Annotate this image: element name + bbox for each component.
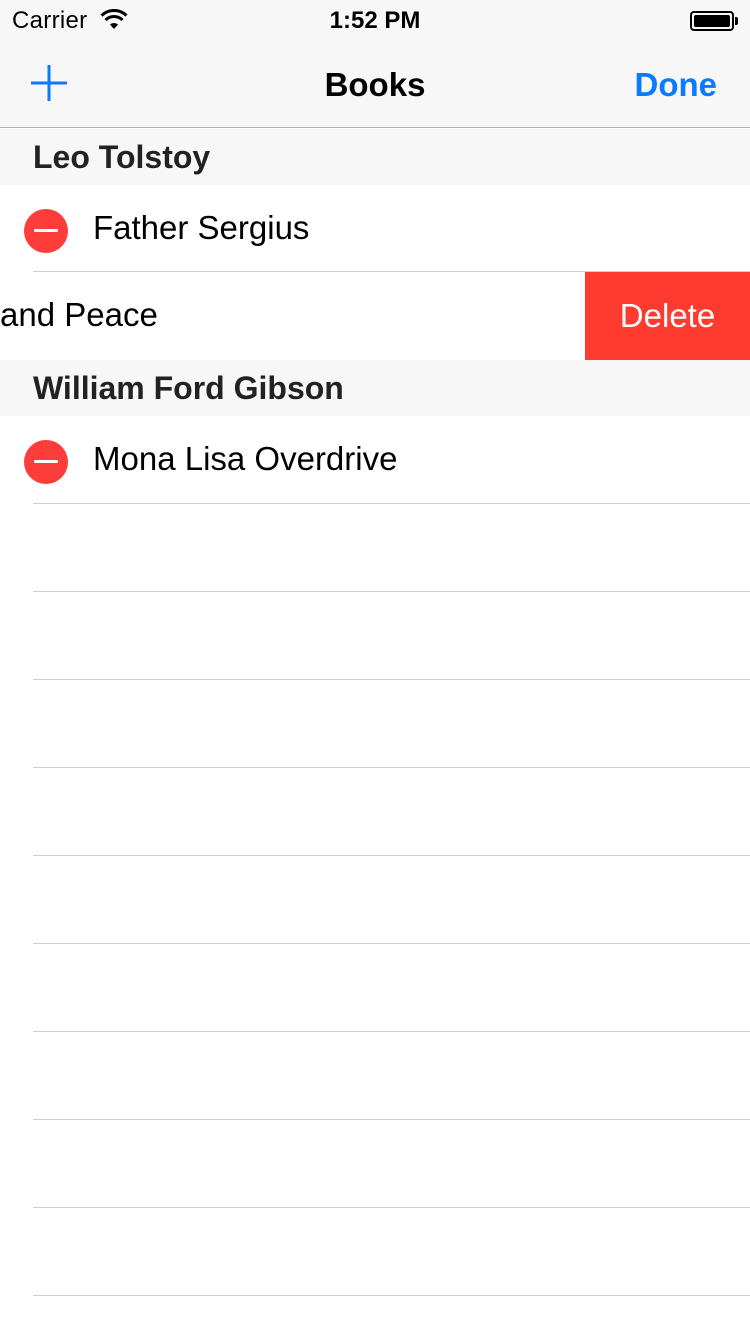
battery-icon	[690, 11, 738, 31]
row-separator	[33, 767, 750, 768]
delete-button[interactable]: Delete	[585, 272, 750, 360]
row-separator	[33, 503, 750, 504]
table-row[interactable]: Father Sergius	[0, 185, 750, 273]
row-separator	[33, 855, 750, 856]
clock: 1:52 PM	[329, 7, 421, 34]
table-row-swiped[interactable]: and Peace Delete	[0, 272, 750, 360]
minus-circle-icon[interactable]	[24, 209, 68, 253]
done-button[interactable]: Done	[635, 66, 718, 104]
status-bar: Carrier 1:52 PM	[0, 0, 750, 40]
row-separator	[33, 591, 750, 592]
row-title: Mona Lisa Overdrive	[93, 440, 398, 477]
row-separator	[33, 1031, 750, 1032]
navigation-bar: Books Done	[0, 40, 750, 128]
table-row[interactable]: Mona Lisa Overdrive	[0, 416, 750, 504]
section-header-william-ford-gibson: William Ford Gibson	[0, 360, 750, 416]
minus-circle-icon[interactable]	[24, 440, 68, 484]
row-separator	[33, 1295, 750, 1296]
row-separator	[33, 1119, 750, 1120]
row-title: Father Sergius	[93, 209, 310, 246]
row-separator	[33, 679, 750, 680]
row-title: and Peace	[0, 296, 158, 333]
section-header-label: Leo Tolstoy	[33, 139, 211, 175]
row-separator	[33, 1207, 750, 1208]
section-header-leo-tolstoy: Leo Tolstoy	[0, 129, 750, 185]
section-header-label: William Ford Gibson	[33, 370, 344, 406]
row-separator	[33, 943, 750, 944]
